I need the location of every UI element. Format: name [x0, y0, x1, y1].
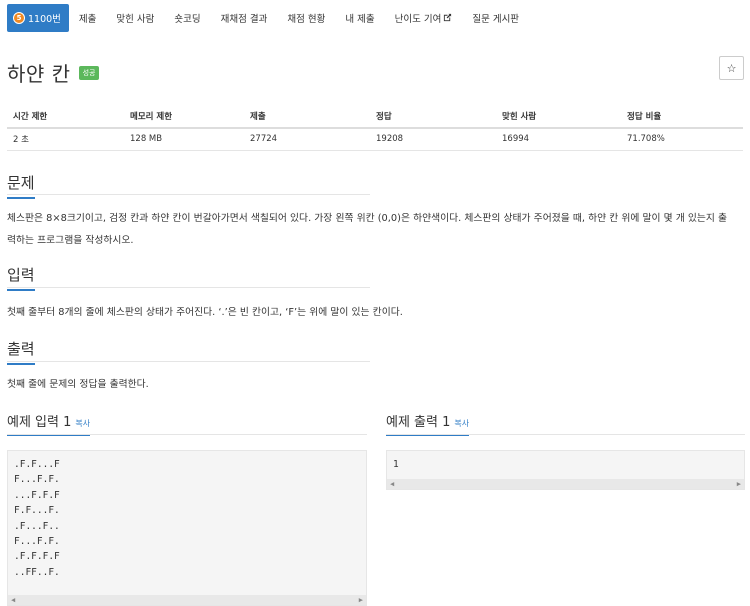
- section-divider: [7, 287, 370, 288]
- output-description: 첫째 줄에 문제의 정답을 출력한다.: [7, 379, 149, 390]
- code-line: F.F...F.: [14, 505, 60, 517]
- table-row: 2 초 128 MB 27724 19208 16994 71.708%: [7, 128, 743, 151]
- example-input-text: .F.F...F F...F.F. ...F.F.F F.F...F. .F...F..…: [8, 451, 366, 580]
- horizontal-scrollbar[interactable]: ◀ ▶: [8, 595, 366, 605]
- example-input-heading: 예제 입력 1 복사: [7, 411, 91, 436]
- problem-title-row: 하얀 칸 성공: [7, 58, 100, 87]
- tab-label: 맞힌 사람: [116, 14, 155, 25]
- scroll-right-icon[interactable]: ▶: [359, 596, 363, 604]
- example-output-text: 1: [387, 451, 744, 472]
- value-solvers: 16994: [496, 128, 621, 151]
- value-accept-ratio: 71.708%: [621, 128, 743, 151]
- example-output-title: 예제 출력 1: [386, 415, 451, 430]
- tab-label: 난이도 기여: [394, 14, 442, 25]
- value-memory-limit: 128 MB: [124, 128, 244, 151]
- header-time-limit: 시간 제한: [7, 104, 124, 129]
- copy-button[interactable]: 복사: [454, 419, 469, 428]
- horizontal-scrollbar[interactable]: ◀ ▶: [387, 479, 744, 489]
- tab-difficulty-contribution[interactable]: 난이도 기여: [385, 4, 463, 32]
- header-submissions: 제출: [244, 104, 370, 129]
- tier-badge-icon: 5: [13, 12, 25, 24]
- tab-submit[interactable]: 제출: [69, 4, 106, 32]
- problem-info-table: 시간 제한 메모리 제한 제출 정답 맞힌 사람 정답 비율 2 초 128 M…: [7, 104, 743, 151]
- star-icon: ☆: [726, 61, 737, 75]
- tab-label: 질문 게시판: [472, 14, 520, 25]
- tab-solvers[interactable]: 맞힌 사람: [106, 4, 164, 32]
- section-divider: [386, 434, 745, 435]
- code-line: ...F.F.F: [14, 489, 60, 501]
- code-line: .F.F.F.F: [14, 551, 60, 563]
- header-solvers: 맞힌 사람: [496, 104, 621, 129]
- tab-label: 재채점 결과: [220, 14, 268, 25]
- tab-label: 1100번: [28, 14, 61, 25]
- problem-nav-tabs: 5 1100번 제출 맞힌 사람 숏코딩 재채점 결과 채점 현황 내 제출 난…: [7, 3, 529, 33]
- value-time-limit: 2 초: [7, 128, 124, 151]
- code-line: 1: [393, 459, 399, 470]
- table-header-row: 시간 제한 메모리 제한 제출 정답 맞힌 사람 정답 비율: [7, 104, 743, 129]
- problem-description: 체스판은 8×8크기이고, 검정 칸과 하얀 칸이 번갈아가면서 색칠되어 있다…: [7, 208, 745, 252]
- header-accept-ratio: 정답 비율: [621, 104, 743, 129]
- code-line: .F...F..: [14, 520, 60, 532]
- value-submissions: 27724: [244, 128, 370, 151]
- status-badge: 성공: [78, 65, 100, 80]
- description-line: 체스판은 8×8크기이고, 검정 칸과 하얀 칸이 번갈아가면서 색칠되어 있다…: [7, 213, 728, 224]
- example-input-box[interactable]: .F.F...F F...F.F. ...F.F.F F.F...F. .F...F..…: [7, 450, 367, 606]
- tab-my-submissions[interactable]: 내 제출: [335, 4, 384, 32]
- tab-label: 채점 현황: [287, 14, 326, 25]
- header-accepted: 정답: [370, 104, 496, 129]
- code-line: F...F.F.: [14, 536, 60, 548]
- scroll-left-icon[interactable]: ◀: [11, 596, 15, 604]
- tab-qna-board[interactable]: 질문 게시판: [462, 4, 529, 32]
- section-divider: [7, 434, 367, 435]
- section-divider: [7, 361, 370, 362]
- scroll-left-icon[interactable]: ◀: [390, 480, 394, 488]
- input-description: 첫째 줄부터 8개의 줄에 체스판의 상태가 주어진다. ‘.’은 빈 칸이고,…: [7, 307, 403, 318]
- example-output-heading: 예제 출력 1 복사: [386, 411, 470, 436]
- tab-judge-status[interactable]: 채점 현황: [277, 4, 335, 32]
- code-line: ..FF..F.: [14, 566, 60, 578]
- section-divider: [7, 194, 370, 195]
- section-title: 예제 입력 1 복사: [7, 411, 91, 436]
- example-output-box[interactable]: 1 ◀ ▶: [386, 450, 745, 490]
- favorite-star-button[interactable]: ☆: [719, 56, 744, 80]
- page-title: 하얀 칸: [7, 62, 71, 86]
- scroll-right-icon[interactable]: ▶: [737, 480, 741, 488]
- tab-problem-number[interactable]: 5 1100번: [7, 4, 69, 32]
- example-input-title: 예제 입력 1: [7, 415, 72, 430]
- header-memory-limit: 메모리 제한: [124, 104, 244, 129]
- code-line: .F.F...F: [14, 459, 60, 470]
- tab-label: 숏코딩: [174, 14, 201, 25]
- description-line: 력하는 프로그램을 작성하시오.: [7, 235, 134, 246]
- external-link-icon: [443, 13, 452, 24]
- value-accepted: 19208: [370, 128, 496, 151]
- tab-label: 제출: [78, 14, 97, 25]
- copy-button[interactable]: 복사: [75, 419, 90, 428]
- code-line: F...F.F.: [14, 474, 60, 486]
- tab-short-coding[interactable]: 숏코딩: [164, 4, 210, 32]
- tab-rejudge-results[interactable]: 재채점 결과: [211, 4, 278, 32]
- tab-label: 내 제출: [345, 14, 375, 25]
- section-title: 예제 출력 1 복사: [386, 411, 470, 436]
